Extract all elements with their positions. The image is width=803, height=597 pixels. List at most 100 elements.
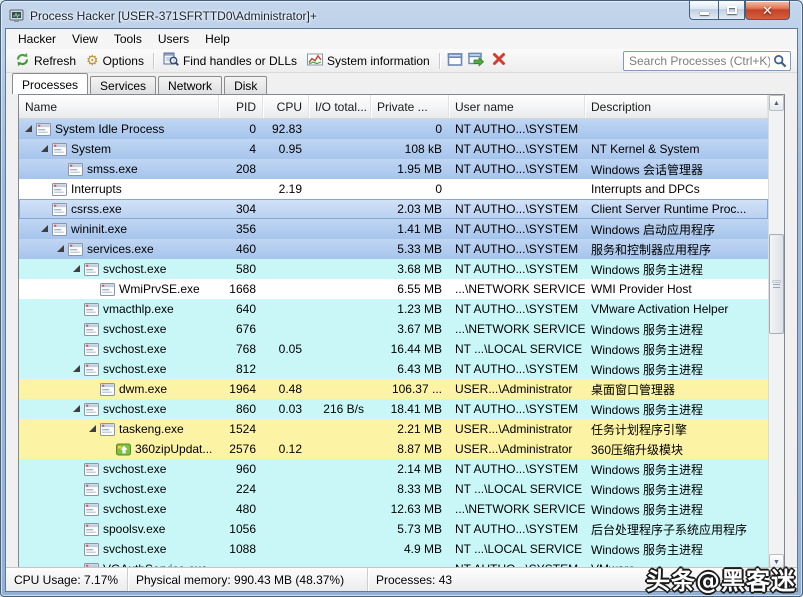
process-row-svchost-exe[interactable]: svchost.exe 676 3.67 MB ...\NETWORK SERVICE… <box>19 319 768 339</box>
column-header-description[interactable]: Description <box>585 95 768 118</box>
cell-desc: Client Server Runtime Proc... <box>591 202 747 216</box>
cell-pid: 224 <box>235 482 256 496</box>
process-row-interrupts[interactable]: Interrupts 2.19 0 Interrupts and DPCs <box>19 179 768 199</box>
process-row-system-idle-process[interactable]: System Idle Process 0 92.83 0 NT AUTHO...\SY… <box>19 119 768 139</box>
window-pane-button[interactable] <box>444 51 466 71</box>
process-name: dwm.exe <box>119 382 168 396</box>
tree-expander-icon[interactable] <box>71 263 83 275</box>
tab-disk[interactable]: Disk <box>224 76 268 94</box>
application-window-icon <box>84 362 99 376</box>
process-row-vmacthlp-exe[interactable]: vmacthlp.exe 640 1.23 MB NT AUTHO...\SYSTEM… <box>19 299 768 319</box>
process-row-smss-exe[interactable]: smss.exe 208 1.95 MB NT AUTHO...\SYSTEM Wind… <box>19 159 768 179</box>
minimize-button[interactable] <box>689 1 718 20</box>
process-row-360zipupdat[interactable]: 360zipUpdat... 2576 0.12 8.87 MB USER...\Adm… <box>19 439 768 459</box>
column-header-cpu[interactable]: CPU <box>263 95 309 118</box>
process-row-svchost-exe[interactable]: svchost.exe 480 12.63 MB ...\NETWORK SERVIC… <box>19 499 768 519</box>
process-name: svchost.exe <box>103 322 167 336</box>
cell-pid: 4 <box>249 142 256 156</box>
options-button[interactable]: ⚙ Options <box>81 52 149 70</box>
terminate-button[interactable] <box>488 51 510 71</box>
find-handles-button[interactable]: Find handles or DLLs <box>158 49 302 72</box>
tree-expander-icon[interactable] <box>39 223 51 235</box>
system-information-label: System information <box>327 53 430 68</box>
system-information-icon <box>307 52 324 70</box>
menu-view[interactable]: View <box>64 30 106 48</box>
menu-hacker[interactable]: Hacker <box>10 30 64 48</box>
tree-expander-icon[interactable] <box>23 123 35 135</box>
process-row-wininit-exe[interactable]: wininit.exe 356 1.41 MB NT AUTHO...\SYSTEM W… <box>19 219 768 239</box>
close-button[interactable]: ✕ <box>745 1 790 20</box>
menu-users[interactable]: Users <box>150 30 197 48</box>
open-window-arrow-icon <box>468 52 485 70</box>
process-row-svchost-exe[interactable]: svchost.exe 1088 4.9 MB NT ...\LOCAL SERVIC… <box>19 539 768 559</box>
process-row-svchost-exe[interactable]: svchost.exe 812 6.43 MB NT AUTHO...\SYSTEM W… <box>19 359 768 379</box>
tree-expander-icon[interactable] <box>71 363 83 375</box>
tab-services[interactable]: Services <box>90 76 157 94</box>
cell-private: 2.14 MB <box>397 462 442 476</box>
process-row-wmiprvse-exe[interactable]: WmiPrvSE.exe 1668 6.55 MB ...\NETWORK SERVI… <box>19 279 768 299</box>
tree-expander-icon[interactable] <box>39 143 51 155</box>
scrollbar-thumb[interactable] <box>769 234 784 334</box>
cell-pid: 768 <box>235 342 256 356</box>
cell-name: taskeng.exe <box>19 422 219 436</box>
cell-desc: Windows 会话管理器 <box>591 162 704 177</box>
menu-tools[interactable]: Tools <box>106 30 150 48</box>
refresh-button[interactable]: Refresh <box>10 50 81 72</box>
cell-name: svchost.exe <box>19 322 219 336</box>
process-row-services-exe[interactable]: services.exe 460 5.33 MB NT AUTHO...\SYSTEM… <box>19 239 768 259</box>
search-icon <box>774 55 787 68</box>
application-window-icon <box>84 522 99 536</box>
application-window-icon <box>84 482 99 496</box>
tab-processes[interactable]: Processes <box>12 73 89 94</box>
tree-expander-icon[interactable] <box>55 243 67 255</box>
system-information-button[interactable]: System information <box>302 50 435 72</box>
maximize-button[interactable] <box>718 1 745 20</box>
column-header-name[interactable]: Name <box>19 95 219 118</box>
cell-name: svchost.exe <box>19 482 219 496</box>
cell-user: NT ...\LOCAL SERVICE <box>455 482 583 496</box>
process-row-taskeng-exe[interactable]: taskeng.exe 1524 2.21 MB USER...\Administra… <box>19 419 768 439</box>
cell-name: Interrupts <box>19 182 219 196</box>
column-header-private[interactable]: Private ... <box>371 95 449 118</box>
application-window-icon <box>68 242 83 256</box>
chevron-up-icon: ▲ <box>773 99 780 107</box>
process-row-svchost-exe[interactable]: svchost.exe 580 3.68 MB NT AUTHO...\SYSTEM W… <box>19 259 768 279</box>
process-name: svchost.exe <box>103 462 167 476</box>
process-hacker-logo-icon <box>9 8 25 24</box>
cell-name: wininit.exe <box>19 222 219 236</box>
cell-pid: 1088 <box>229 542 256 556</box>
cell-pid: 1524 <box>229 422 256 436</box>
cell-desc: Windows 服务主进程 <box>591 342 704 357</box>
cell-name: spoolsv.exe <box>19 522 219 536</box>
process-row-svchost-exe[interactable]: svchost.exe 224 8.33 MB NT ...\LOCAL SERVIC… <box>19 479 768 499</box>
process-row-svchost-exe[interactable]: svchost.exe 960 2.14 MB NT AUTHO...\SYSTEM W… <box>19 459 768 479</box>
process-row-svchost-exe[interactable]: svchost.exe 860 0.03 216 B/s 18.41 MB NT AUTH… <box>19 399 768 419</box>
tree-expander-icon[interactable] <box>71 403 83 415</box>
vertical-scrollbar[interactable]: ▲ ▼ <box>768 95 784 570</box>
process-row-system[interactable]: System 4 0.95 108 kB NT AUTHO...\SYSTEM NT Ke… <box>19 139 768 159</box>
search-input[interactable] <box>623 51 791 71</box>
scroll-up-button[interactable]: ▲ <box>769 95 784 111</box>
column-header-i-o-total[interactable]: I/O total... <box>309 95 371 118</box>
menu-help[interactable]: Help <box>197 30 238 48</box>
process-row-svchost-exe[interactable]: svchost.exe 768 0.05 16.44 MB NT ...\LOCAL S… <box>19 339 768 359</box>
tab-network[interactable]: Network <box>158 76 223 94</box>
process-row-spoolsv-exe[interactable]: spoolsv.exe 1056 5.73 MB NT AUTHO...\SYSTEM… <box>19 519 768 539</box>
title-bar[interactable]: Process Hacker [USER-371SFRTTD0\Administ… <box>5 1 798 28</box>
open-window-button[interactable] <box>466 51 488 71</box>
cell-private: 12.63 MB <box>390 502 442 516</box>
process-name: svchost.exe <box>103 342 167 356</box>
column-header-pid[interactable]: PID <box>219 95 263 118</box>
application-window-icon <box>52 222 67 236</box>
column-header-user-name[interactable]: User name <box>449 95 585 118</box>
cell-pid: 460 <box>235 242 256 256</box>
process-row-csrss-exe[interactable]: csrss.exe 304 2.03 MB NT AUTHO...\SYSTEM Cli… <box>19 199 768 219</box>
tree-expander-icon[interactable] <box>87 423 99 435</box>
process-row-dwm-exe[interactable]: dwm.exe 1964 0.48 106.37 ... USER...\Adminis… <box>19 379 768 399</box>
